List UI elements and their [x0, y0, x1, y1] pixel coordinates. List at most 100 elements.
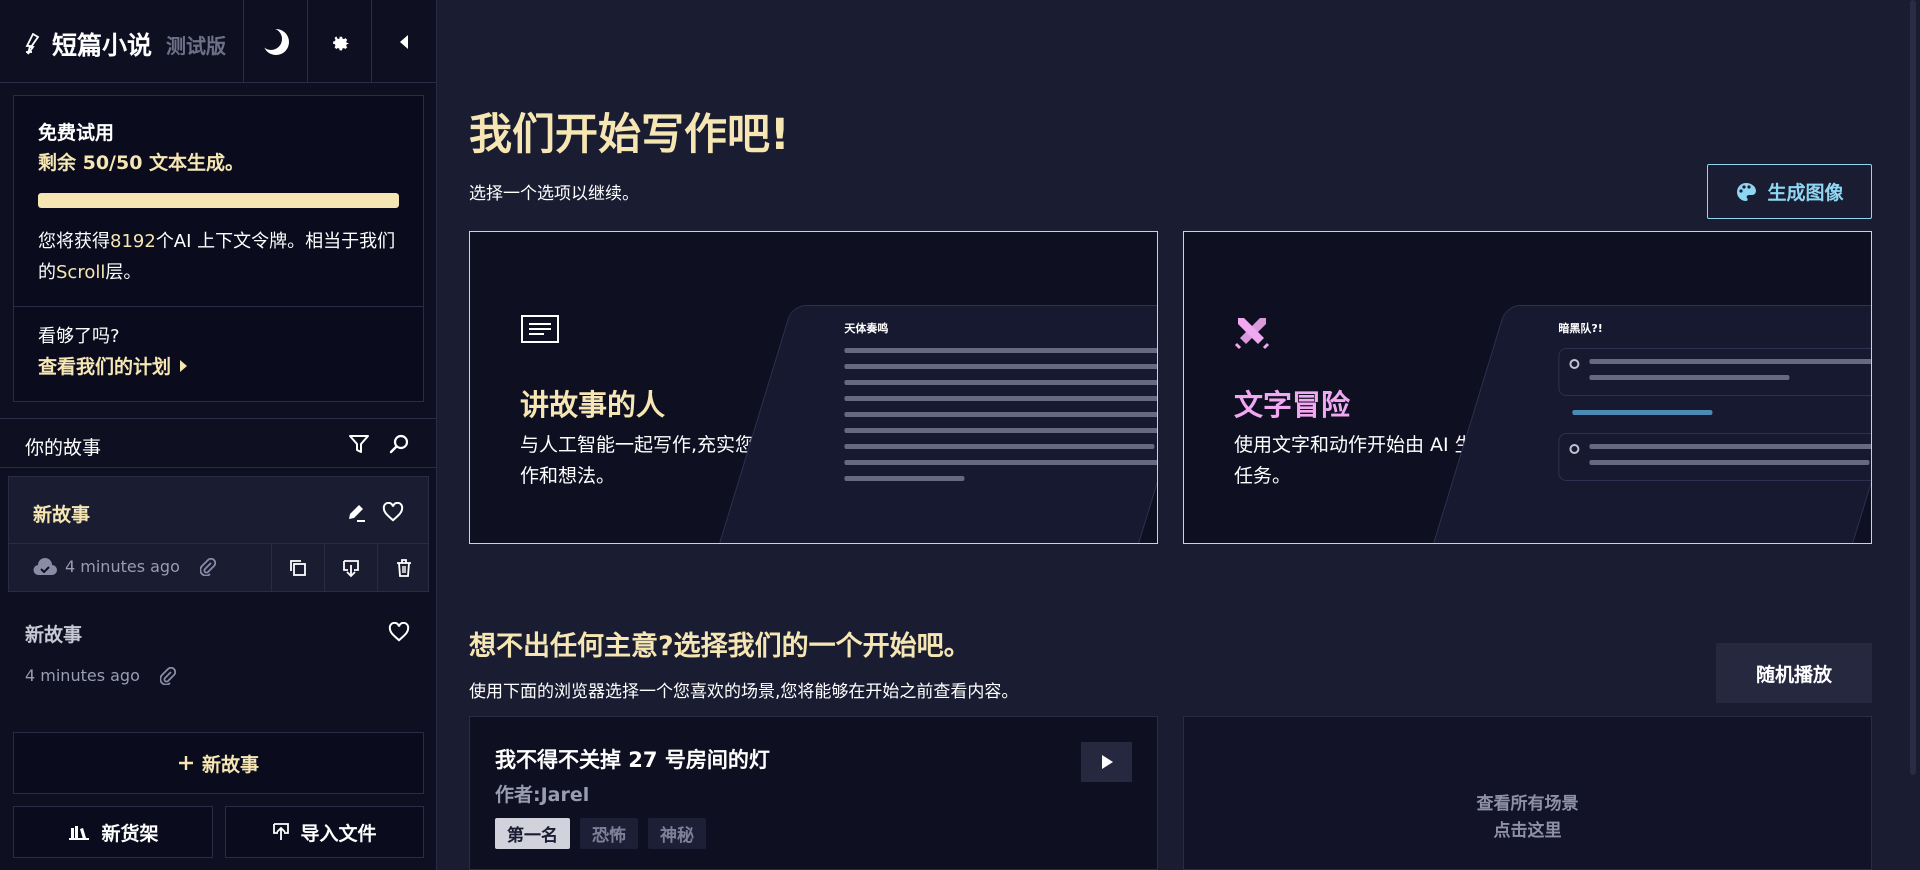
moon-avatar-icon — [260, 27, 289, 55]
copy-icon — [290, 560, 306, 576]
bubble-icon — [1569, 359, 1580, 369]
download-icon — [343, 560, 359, 578]
storyteller-mode-card[interactable]: 讲故事的人 与人工智能一起写作,充实您的写作和想法。 天体奏鸣 — [469, 231, 1158, 544]
page-subtitle: 选择一个选项以继续。 — [469, 184, 639, 204]
play-icon — [1101, 755, 1113, 769]
pen-icon — [349, 505, 365, 522]
trash-icon — [397, 559, 411, 577]
quill-logo-icon — [24, 32, 44, 56]
preview-line — [844, 444, 1155, 449]
trial-title: 免费试用 — [38, 122, 115, 144]
preview-line — [844, 348, 1157, 353]
settings-button[interactable] — [307, 0, 371, 83]
free-trial-panel: 免费试用 剩余 50/50 文本生成。 您将获得8192个AI 上下文令牌。相当… — [13, 95, 424, 402]
new-story-button[interactable]: 新故事 — [13, 732, 424, 794]
preview-line — [844, 396, 1157, 401]
heart-icon — [382, 502, 404, 522]
search-button[interactable] — [386, 431, 412, 457]
bookshelf-icon — [69, 826, 90, 840]
scenario-author: 作者:Jarel — [495, 784, 590, 806]
import-file-label: 导入文件 — [300, 822, 377, 845]
preview-line — [844, 380, 1157, 385]
story-time: 4 minutes ago — [25, 666, 140, 685]
scenario-card[interactable]: 我不得不关掉 27 号房间的灯 作者:Jarel 第一名 恐怖 神秘 — [469, 716, 1158, 870]
app-root: 短篇小说 测试版 免费试用 剩余 50/50 文本生成。 您将获得8192个AI… — [0, 0, 1920, 870]
preview-line — [1589, 460, 1870, 465]
preview-line — [844, 428, 1157, 433]
paperclip-icon — [159, 666, 176, 685]
main-scrollbar[interactable] — [1910, 0, 1916, 775]
new-shelf-label: 新货架 — [101, 822, 159, 845]
upload-icon — [273, 823, 290, 840]
scenario-tags: 第一名 恐怖 神秘 — [495, 818, 706, 849]
mode-title: 讲故事的人 — [520, 388, 666, 422]
download-story-button[interactable] — [324, 544, 377, 592]
theme-toggle-button[interactable] — [243, 0, 307, 83]
trial-remaining: 剩余 50/50 文本生成。 — [38, 152, 245, 174]
view-plans-link[interactable]: 查看我们的计划 — [38, 352, 188, 379]
filter-button[interactable] — [346, 431, 372, 457]
preview-action-line — [1572, 410, 1713, 415]
preview-line — [844, 412, 1157, 417]
preview-line — [844, 364, 1157, 369]
tag[interactable]: 恐怖 — [580, 818, 638, 849]
preview-title: 暗黑队?! — [1558, 322, 1603, 335]
preview-line — [1589, 444, 1871, 449]
story-item[interactable]: 新故事 4 minutes ago — [0, 600, 437, 700]
play-scenario-button[interactable] — [1081, 742, 1132, 782]
trial-progress-fill — [38, 193, 399, 208]
paperclip-icon — [199, 557, 216, 576]
story-meta: 4 minutes ago — [25, 666, 176, 685]
text-adventure-mode-card[interactable]: 文字冒险 使用文字和动作开始由 AI 生成的任务。 暗黑队?! — [1183, 231, 1872, 544]
page-title: 我们开始写作吧! — [469, 110, 790, 160]
sidebar-topbar: 短篇小说 测试版 — [0, 0, 437, 83]
sidebar: 短篇小说 测试版 免费试用 剩余 50/50 文本生成。 您将获得8192个AI… — [0, 0, 437, 870]
delete-story-button[interactable] — [377, 544, 430, 592]
preview-bubble — [1558, 433, 1871, 481]
favorite-button[interactable] — [380, 499, 406, 525]
preview-line — [844, 460, 1157, 465]
brand-name: 短篇小说 — [52, 31, 153, 60]
generate-image-label: 生成图像 — [1767, 182, 1844, 204]
story-item-active[interactable]: 新故事 4 minutes ago — [8, 476, 429, 592]
shuffle-button[interactable]: 随机播放 — [1716, 643, 1872, 703]
trial-question: 看够了吗? — [38, 326, 120, 347]
storyteller-preview: 天体奏鸣 — [715, 305, 1157, 543]
stories-header: 你的故事 — [0, 418, 437, 468]
plus-icon — [178, 756, 193, 770]
generate-image-button[interactable]: 生成图像 — [1707, 164, 1872, 219]
document-icon — [520, 314, 560, 348]
tag[interactable]: 神秘 — [648, 818, 706, 849]
tag[interactable]: 第一名 — [495, 818, 570, 849]
token-count: 8192 — [110, 231, 156, 252]
desc-suffix: 层。 — [105, 262, 142, 283]
view-all-scenarios-card[interactable]: 查看所有场景 点击这里 — [1183, 716, 1872, 870]
new-shelf-button[interactable]: 新货架 — [13, 806, 213, 858]
preview-bubble — [1558, 348, 1871, 396]
collapse-sidebar-button[interactable] — [371, 0, 435, 83]
ideas-subtitle: 使用下面的浏览器选择一个您喜欢的场景,您将能够在开始之前查看内容。 — [469, 682, 1019, 702]
caret-right-icon — [180, 359, 188, 372]
import-file-button[interactable]: 导入文件 — [225, 806, 424, 858]
main-content: 我们开始写作吧! 选择一个选项以继续。 生成图像 讲故事的人 与人工智能一起写作… — [438, 0, 1920, 870]
brand[interactable]: 短篇小说 测试版 — [24, 26, 226, 62]
adventure-preview: 暗黑队?! — [1429, 305, 1871, 543]
cloud-check-icon — [33, 557, 57, 575]
crossed-swords-icon — [1234, 314, 1270, 354]
filter-icon — [349, 435, 369, 453]
favorite-button[interactable] — [386, 619, 412, 645]
desc-prefix: 您将获得 — [38, 231, 110, 252]
trial-progress-bar — [38, 193, 399, 208]
edit-story-button[interactable] — [343, 499, 369, 525]
duplicate-story-button[interactable] — [271, 544, 324, 592]
story-meta: 4 minutes ago — [33, 557, 216, 576]
search-icon — [389, 434, 409, 454]
bubble-icon — [1569, 444, 1580, 454]
divider — [14, 306, 423, 307]
preview-line — [844, 476, 965, 481]
story-name: 新故事 — [33, 504, 91, 526]
stories-title: 你的故事 — [25, 437, 102, 459]
heart-icon — [388, 622, 410, 642]
palette-icon — [1737, 182, 1757, 201]
beta-tag: 测试版 — [166, 33, 227, 58]
